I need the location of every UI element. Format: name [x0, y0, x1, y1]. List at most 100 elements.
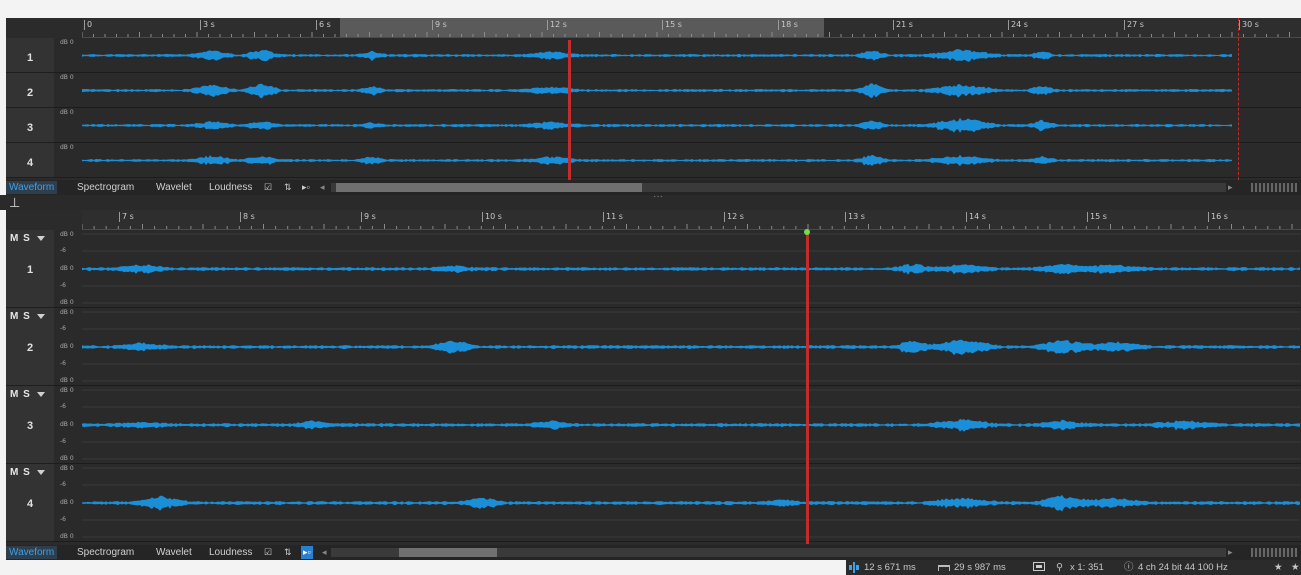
channel-menu-caret-icon[interactable] — [36, 391, 45, 397]
tab-spectrogram[interactable]: Spectrogram — [77, 181, 134, 194]
db-scale-label: dB 0 — [60, 455, 74, 462]
overview-end-marker[interactable] — [1238, 18, 1239, 180]
status-bar: 12 s 671 ms 29 s 987 ms ⚲ x 1: 351 ⓘ 4 c… — [846, 560, 1301, 575]
channel-header[interactable]: M S 3 — [6, 386, 54, 464]
check-options-icon[interactable]: ☑ — [264, 546, 272, 559]
duration-icon — [938, 565, 950, 571]
channel-header[interactable]: M S 2 — [6, 308, 54, 386]
ruler-label: 8 s — [240, 212, 255, 222]
ruler-label: 12 s — [724, 212, 744, 222]
mute-solo-controls[interactable]: M S — [10, 311, 45, 322]
ruler-label: 15 s — [1087, 212, 1107, 222]
sync-arrows-icon[interactable]: ⇅ — [284, 181, 292, 194]
channel-menu-caret-icon[interactable] — [36, 313, 45, 319]
channel-waveform[interactable]: dB 0 -6 dB 0 -6 dB 0 — [54, 464, 1301, 542]
mute-solo-label[interactable]: M S — [10, 467, 31, 478]
tab-loudness-main[interactable]: Loudness — [209, 546, 252, 559]
tools-star-icon[interactable]: ★ — [1274, 560, 1283, 575]
channel-header[interactable]: M S 1 — [6, 230, 54, 308]
mute-solo-label[interactable]: M S — [10, 233, 31, 244]
ruler-label: 18 s — [778, 20, 798, 30]
overview-scrollbar-thumb[interactable] — [336, 183, 642, 192]
mute-solo-controls[interactable]: M S — [10, 467, 45, 478]
main-panel: 7 s 8 s 9 s 10 s 11 s 12 s 13 s 14 s 15 s 16 s M … — [6, 210, 1301, 545]
main-time-ruler[interactable]: 7 s 8 s 9 s 10 s 11 s 12 s 13 s 14 s 15 s 16 s — [82, 210, 1301, 230]
info-icon[interactable]: ⓘ — [1124, 560, 1134, 575]
main-scrollbar-thumb[interactable] — [399, 548, 497, 557]
channel-waveform[interactable]: dB 0 -6 dB 0 -6 dB 0 — [54, 386, 1301, 464]
overview-ruler-ticks — [82, 32, 1290, 37]
channel-number: 1 — [26, 264, 34, 276]
channel-number: 4 — [26, 156, 34, 169]
db-scale-label: -6 — [60, 481, 66, 488]
channel-number: 4 — [26, 498, 34, 510]
panel-splitter[interactable]: ⊥ ··· — [0, 191, 1301, 210]
channel-menu-caret-icon[interactable] — [36, 469, 45, 475]
tools-more-icon[interactable]: ★ — [1291, 560, 1300, 575]
ruler-label: 24 s — [1008, 20, 1028, 30]
ruler-label: 3 s — [200, 20, 215, 30]
sync-arrows-icon[interactable]: ⇅ — [284, 546, 292, 559]
overview-channel-waveform[interactable]: dB 0 — [54, 108, 1301, 143]
ruler-label: 15 s — [662, 20, 682, 30]
overview-panel: 0 3 s 6 s 9 s 12 s 15 s 18 s 21 s 24 s 27 s 30 s 1… — [6, 18, 1301, 180]
tab-wavelet-main[interactable]: Wavelet — [156, 546, 192, 559]
mute-solo-controls[interactable]: M S — [10, 389, 45, 400]
mute-solo-label[interactable]: M S — [10, 389, 31, 400]
tab-waveform[interactable]: Waveform — [6, 181, 58, 194]
overview-zoom-grip[interactable] — [1251, 183, 1297, 192]
main-ruler-corner — [6, 210, 82, 230]
db-scale-label: dB 0 — [60, 309, 74, 316]
channel-waveform[interactable]: dB 0 -6 dB 0 -6 dB 0 — [54, 308, 1301, 386]
scroll-right-icon[interactable]: ▸ — [1228, 546, 1233, 559]
play-region-icon[interactable]: ▸▫ — [302, 181, 310, 194]
db-scale-label: dB 0 — [60, 377, 74, 384]
ruler-label: 13 s — [845, 212, 865, 222]
waveform-graphic — [82, 117, 1232, 133]
overview-channel-waveform[interactable]: dB 0 — [54, 143, 1301, 178]
mute-solo-controls[interactable]: M S — [10, 233, 45, 244]
cursor-head-marker[interactable] — [804, 229, 810, 235]
overview-channel-header[interactable]: 2 — [6, 73, 54, 108]
tab-spectrogram-main[interactable]: Spectrogram — [77, 546, 134, 559]
channel-menu-caret-icon[interactable] — [36, 235, 45, 241]
splitter-grip-icon[interactable]: ··· — [653, 191, 663, 202]
overview-channel-waveform[interactable]: dB 0 — [54, 38, 1301, 73]
overview-time-ruler[interactable]: 0 3 s 6 s 9 s 12 s 15 s 18 s 21 s 24 s 27 s 30 s — [82, 18, 1301, 38]
db-scale-label: dB 0 — [60, 421, 74, 428]
db-scale-label: -6 — [60, 247, 66, 254]
channel-header[interactable]: M S 4 — [6, 464, 54, 542]
db-scale-label: dB 0 — [60, 465, 74, 472]
tab-waveform-main[interactable]: Waveform — [6, 546, 58, 559]
splitter-handle-icon[interactable]: ⊥ — [9, 195, 20, 210]
tab-loudness[interactable]: Loudness — [209, 181, 252, 194]
playback-cursor[interactable] — [806, 232, 809, 544]
waveform-graphic — [82, 49, 1232, 62]
waveform-graphic — [82, 154, 1232, 167]
main-zoom-grip[interactable] — [1251, 548, 1297, 557]
scroll-left-icon[interactable]: ◂ — [322, 546, 327, 559]
overview-playback-cursor[interactable] — [568, 40, 571, 180]
play-region-icon[interactable]: ▸▫ — [301, 546, 313, 559]
display-mode-icon[interactable] — [1033, 562, 1045, 573]
check-options-icon[interactable]: ☑ — [264, 181, 272, 194]
waveform-graphic — [82, 83, 1232, 99]
db-scale-label: -6 — [60, 282, 66, 289]
waveform-graphic — [82, 233, 1300, 304]
mute-solo-label[interactable]: M S — [10, 311, 31, 322]
overview-channel-header[interactable]: 1 — [6, 38, 54, 73]
scroll-left-icon[interactable]: ◂ — [320, 181, 325, 194]
ruler-label: 6 s — [316, 20, 331, 30]
scroll-right-icon[interactable]: ▸ — [1228, 181, 1233, 194]
overview-channel-header[interactable]: 4 — [6, 143, 54, 178]
overview-channel-waveform[interactable]: dB 0 — [54, 73, 1301, 108]
zoom-search-icon[interactable]: ⚲ — [1056, 560, 1063, 575]
ruler-label: 27 s — [1124, 20, 1144, 30]
ruler-label: 9 s — [432, 20, 447, 30]
channel-waveform[interactable]: dB 0 -6 dB 0 -6 dB 0 — [54, 230, 1301, 308]
waveform-graphic — [82, 311, 1300, 382]
overview-channel-header[interactable]: 3 — [6, 108, 54, 143]
channel-number: 2 — [26, 86, 34, 99]
db-scale-label: -6 — [60, 403, 66, 410]
tab-wavelet[interactable]: Wavelet — [156, 181, 192, 194]
